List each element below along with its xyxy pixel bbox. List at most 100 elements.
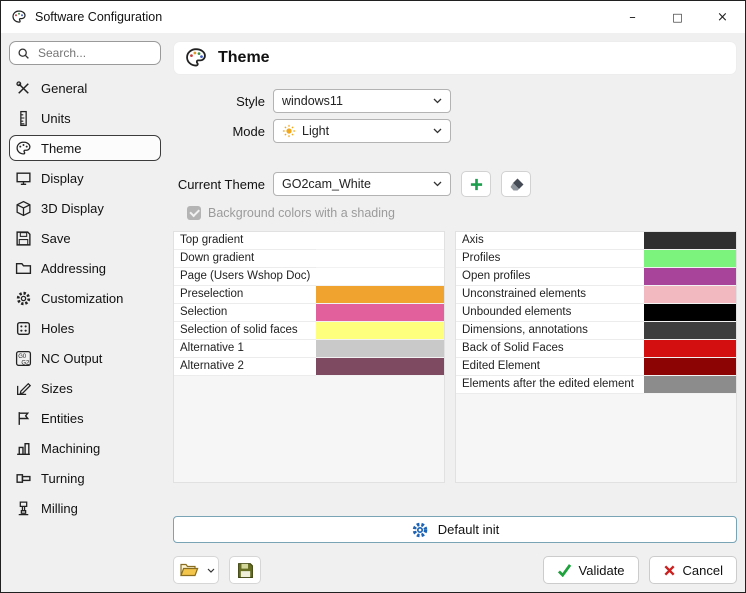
color-swatch[interactable] bbox=[644, 376, 736, 394]
cube-icon bbox=[15, 200, 32, 217]
minimize-button[interactable]: – bbox=[610, 1, 655, 33]
color-swatch[interactable] bbox=[316, 232, 444, 250]
save-file-button[interactable] bbox=[229, 556, 261, 584]
sidebar-item-label: Customization bbox=[41, 291, 123, 306]
right-color-panel: AxisProfilesOpen profilesUnconstrained e… bbox=[455, 231, 737, 483]
footer-bar: Validate Cancel bbox=[173, 556, 737, 584]
sidebar: General Units Theme Display 3D Display Save Ad… bbox=[9, 41, 161, 584]
sidebar-item-label: Holes bbox=[41, 321, 74, 336]
sidebar-item-machining[interactable]: Machining bbox=[9, 435, 161, 461]
window-content: General Units Theme Display 3D Display Save Ad… bbox=[1, 33, 745, 592]
color-swatch[interactable] bbox=[644, 232, 736, 250]
close-button[interactable]: × bbox=[700, 1, 745, 33]
search-input[interactable] bbox=[36, 45, 153, 61]
sidebar-item-customization[interactable]: Customization bbox=[9, 285, 161, 311]
sidebar-item-label: Sizes bbox=[41, 381, 73, 396]
sun-icon bbox=[282, 124, 296, 138]
style-dropdown[interactable]: windows11 bbox=[273, 89, 451, 113]
color-row: Alternative 1 bbox=[174, 340, 444, 358]
titlebar: Software Configuration – □ × bbox=[1, 1, 745, 33]
svg-text:G2: G2 bbox=[21, 360, 29, 366]
sizes-icon bbox=[15, 380, 32, 397]
gear-icon bbox=[411, 521, 429, 539]
units-icon bbox=[15, 110, 32, 127]
left-color-panel: Top gradientDown gradientPage (Users Wsh… bbox=[173, 231, 445, 483]
open-file-dropdown-button[interactable] bbox=[204, 556, 219, 584]
validate-button[interactable]: Validate bbox=[543, 556, 639, 584]
mode-row: Mode Light bbox=[173, 119, 737, 143]
current-theme-dropdown[interactable]: GO2cam_White bbox=[273, 172, 451, 196]
sidebar-item-label: General bbox=[41, 81, 87, 96]
color-swatch[interactable] bbox=[644, 358, 736, 376]
entities-icon bbox=[15, 410, 32, 427]
sidebar-item-label: Milling bbox=[41, 501, 78, 516]
cancel-button[interactable]: Cancel bbox=[649, 556, 737, 584]
plus-icon bbox=[469, 177, 484, 192]
color-label: Profiles bbox=[456, 250, 644, 268]
color-panels: Top gradientDown gradientPage (Users Wsh… bbox=[173, 231, 737, 483]
floppy-icon bbox=[15, 230, 32, 247]
style-dropdown-value: windows11 bbox=[282, 94, 343, 108]
sidebar-item-display[interactable]: Display bbox=[9, 165, 161, 191]
palette-icon bbox=[15, 140, 32, 157]
cross-icon bbox=[663, 564, 676, 577]
sidebar-nav: General Units Theme Display 3D Display Save Ad… bbox=[9, 75, 161, 584]
sidebar-item-label: Turning bbox=[41, 471, 85, 486]
folder-icon bbox=[15, 260, 32, 277]
sidebar-item-general[interactable]: General bbox=[9, 75, 161, 101]
chevron-down-icon bbox=[433, 98, 442, 104]
sidebar-item-addressing[interactable]: Addressing bbox=[9, 255, 161, 281]
default-init-button[interactable]: Default init bbox=[173, 516, 737, 543]
check-icon bbox=[557, 564, 572, 577]
color-swatch[interactable] bbox=[316, 304, 444, 322]
color-label: Preselection bbox=[174, 286, 316, 304]
mode-dropdown-value: Light bbox=[302, 124, 329, 138]
color-label: Alternative 1 bbox=[174, 340, 316, 358]
search-box[interactable] bbox=[9, 41, 161, 65]
svg-text:G0: G0 bbox=[18, 354, 27, 360]
sidebar-item-theme[interactable]: Theme bbox=[9, 135, 161, 161]
sidebar-item-units[interactable]: Units bbox=[9, 105, 161, 131]
sidebar-item-3d-display[interactable]: 3D Display bbox=[9, 195, 161, 221]
theme-palette-icon bbox=[184, 47, 208, 69]
maximize-button[interactable]: □ bbox=[655, 1, 700, 33]
color-swatch[interactable] bbox=[644, 268, 736, 286]
sidebar-item-label: Save bbox=[41, 231, 71, 246]
color-swatch[interactable] bbox=[316, 358, 444, 376]
color-row: Back of Solid Faces bbox=[456, 340, 736, 358]
page-header: Theme bbox=[173, 41, 737, 75]
chevron-down-icon bbox=[433, 128, 442, 134]
mode-dropdown[interactable]: Light bbox=[273, 119, 451, 143]
sidebar-item-sizes[interactable]: Sizes bbox=[9, 375, 161, 401]
color-label: Open profiles bbox=[456, 268, 644, 286]
color-swatch[interactable] bbox=[644, 250, 736, 268]
color-row: Dimensions, annotations bbox=[456, 322, 736, 340]
color-row: Unbounded elements bbox=[456, 304, 736, 322]
color-swatch[interactable] bbox=[316, 268, 444, 286]
color-swatch[interactable] bbox=[316, 340, 444, 358]
color-row: Top gradient bbox=[174, 232, 444, 250]
color-row: Edited Element bbox=[456, 358, 736, 376]
sidebar-item-turning[interactable]: Turning bbox=[9, 465, 161, 491]
add-theme-button[interactable] bbox=[461, 171, 491, 197]
sidebar-item-milling[interactable]: Milling bbox=[9, 495, 161, 521]
holes-icon bbox=[15, 320, 32, 337]
color-swatch[interactable] bbox=[644, 286, 736, 304]
current-theme-label: Current Theme bbox=[173, 177, 265, 192]
software-configuration-window: Software Configuration – □ × General Unit… bbox=[0, 0, 746, 593]
turning-icon bbox=[15, 470, 32, 487]
color-swatch[interactable] bbox=[644, 304, 736, 322]
sidebar-item-entities[interactable]: Entities bbox=[9, 405, 161, 431]
color-swatch[interactable] bbox=[316, 322, 444, 340]
color-swatch[interactable] bbox=[644, 340, 736, 358]
sidebar-item-nc-output[interactable]: G0G2NC Output bbox=[9, 345, 161, 371]
delete-theme-button[interactable] bbox=[501, 171, 531, 197]
shading-checkbox-label: Background colors with a shading bbox=[208, 206, 395, 220]
sidebar-item-save[interactable]: Save bbox=[9, 225, 161, 251]
color-swatch[interactable] bbox=[644, 322, 736, 340]
color-swatch[interactable] bbox=[316, 250, 444, 268]
color-swatch[interactable] bbox=[316, 286, 444, 304]
open-file-button[interactable] bbox=[173, 556, 204, 584]
sidebar-item-holes[interactable]: Holes bbox=[9, 315, 161, 341]
sidebar-item-label: Units bbox=[41, 111, 71, 126]
